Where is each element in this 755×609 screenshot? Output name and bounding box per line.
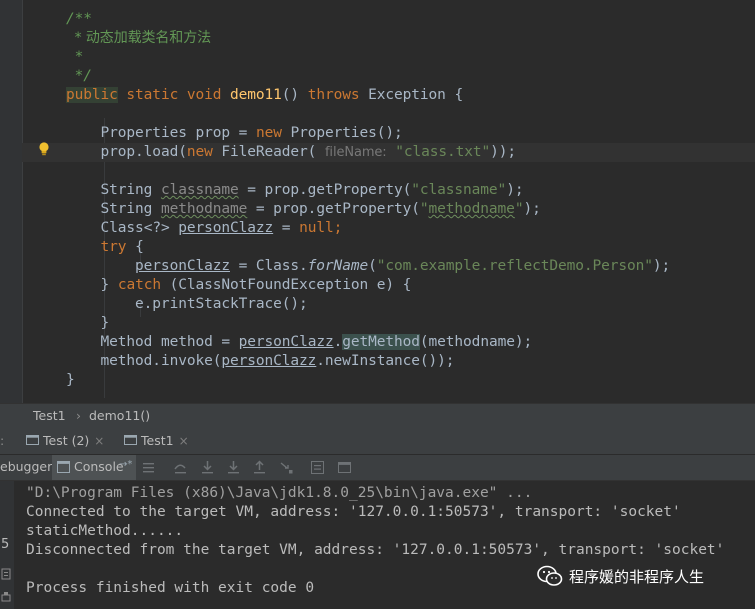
layout-icon[interactable] [337, 460, 352, 475]
close-icon[interactable]: × [179, 434, 189, 448]
code-line-end: } [66, 372, 75, 388]
console-output[interactable]: 5 "D:\Program Files (x86)\Java\jdk1.8.0_… [0, 481, 755, 609]
console-line: staticMethod...... [26, 523, 184, 539]
code-line-clazz: Class<?> personClazz = null; [100, 220, 343, 236]
tab-test-2[interactable]: Test (2) × [22, 428, 112, 454]
tab-debugger[interactable]: ebugger [0, 459, 52, 474]
run-config-icon [26, 435, 39, 445]
code-line-trace: e.printStackTrace(); [135, 296, 308, 312]
code-line-close-try: } [100, 315, 110, 331]
method-signature: public static void demo11() throws Excep… [66, 87, 464, 103]
evaluate-icon[interactable] [310, 460, 325, 475]
code-line-forname: personClazz = Class.forName("com.example… [135, 258, 671, 274]
editor-gutter [0, 0, 23, 403]
console-line: "D:\Program Files (x86)\Java\jdk1.8.0_25… [26, 485, 533, 501]
console-line: Connected to the target VM, address: '12… [26, 504, 681, 520]
code-line-load: prop.load(new FileReader( fileName: "cla… [22, 143, 755, 162]
code-line-method: Method method = personClazz.getMethod(me… [100, 334, 533, 350]
step-into-icon[interactable] [200, 460, 215, 475]
tab-test1[interactable]: Test1 × [118, 428, 197, 454]
print-icon[interactable] [0, 591, 12, 605]
tab-label: Test1 [141, 433, 174, 448]
watermark: 程序媛的非程序人生 [537, 563, 704, 589]
pin-icon: →* [119, 459, 133, 470]
code-line-try: try { [100, 239, 144, 255]
code-line-invoke: method.invoke(personClazz.newInstance())… [100, 353, 455, 369]
comment-line: */ [74, 68, 92, 84]
breadcrumb: Test1 › demo11() [0, 403, 755, 429]
run-label-fragment: : [0, 433, 5, 448]
force-step-into-icon[interactable] [226, 460, 241, 475]
code-editor[interactable]: /** * 动态加载类名和方法 * */ public static void … [0, 0, 755, 403]
param-hint: fileName: [324, 145, 387, 160]
watermark-text: 程序媛的非程序人生 [569, 567, 705, 586]
close-icon[interactable]: × [94, 434, 104, 448]
code-line-methodname: String methodname = prop.getProperty("me… [100, 201, 541, 217]
lightbulb-icon[interactable] [36, 141, 52, 157]
scroll-icon[interactable] [0, 567, 12, 581]
comment-line: * 动态加载类名和方法 [74, 30, 211, 46]
wechat-icon [537, 565, 563, 586]
run-tabs: : Test (2) × Test1 × [0, 428, 755, 455]
console-icon [57, 461, 70, 473]
code-line-properties: Properties prop = new Properties(); [100, 125, 403, 141]
breadcrumb-separator: › [76, 408, 81, 423]
run-config-icon [124, 435, 137, 445]
gutter-digit: 5 [1, 537, 10, 552]
console-toolbar: ebugger Console →* [0, 455, 755, 481]
code-line-catch: } catch (ClassNotFoundException e) { [100, 277, 412, 293]
breadcrumb-item-class[interactable]: Test1 [33, 408, 66, 423]
menu-icon[interactable] [141, 460, 156, 475]
comment-line: /** [66, 11, 92, 27]
step-over-icon[interactable] [173, 460, 188, 475]
step-out-icon[interactable] [252, 460, 267, 475]
console-line: Disconnected from the target VM, address… [26, 542, 725, 558]
tab-console[interactable]: Console →* [52, 455, 136, 480]
tab-label: Test (2) [43, 433, 90, 448]
console-line: Process finished with exit code 0 [26, 580, 315, 596]
breadcrumb-item-method[interactable]: demo11() [89, 408, 150, 423]
comment-line: * [74, 49, 84, 65]
run-to-cursor-icon[interactable] [279, 460, 294, 475]
code-line-classname: String classname = prop.getProperty("cla… [100, 182, 524, 198]
